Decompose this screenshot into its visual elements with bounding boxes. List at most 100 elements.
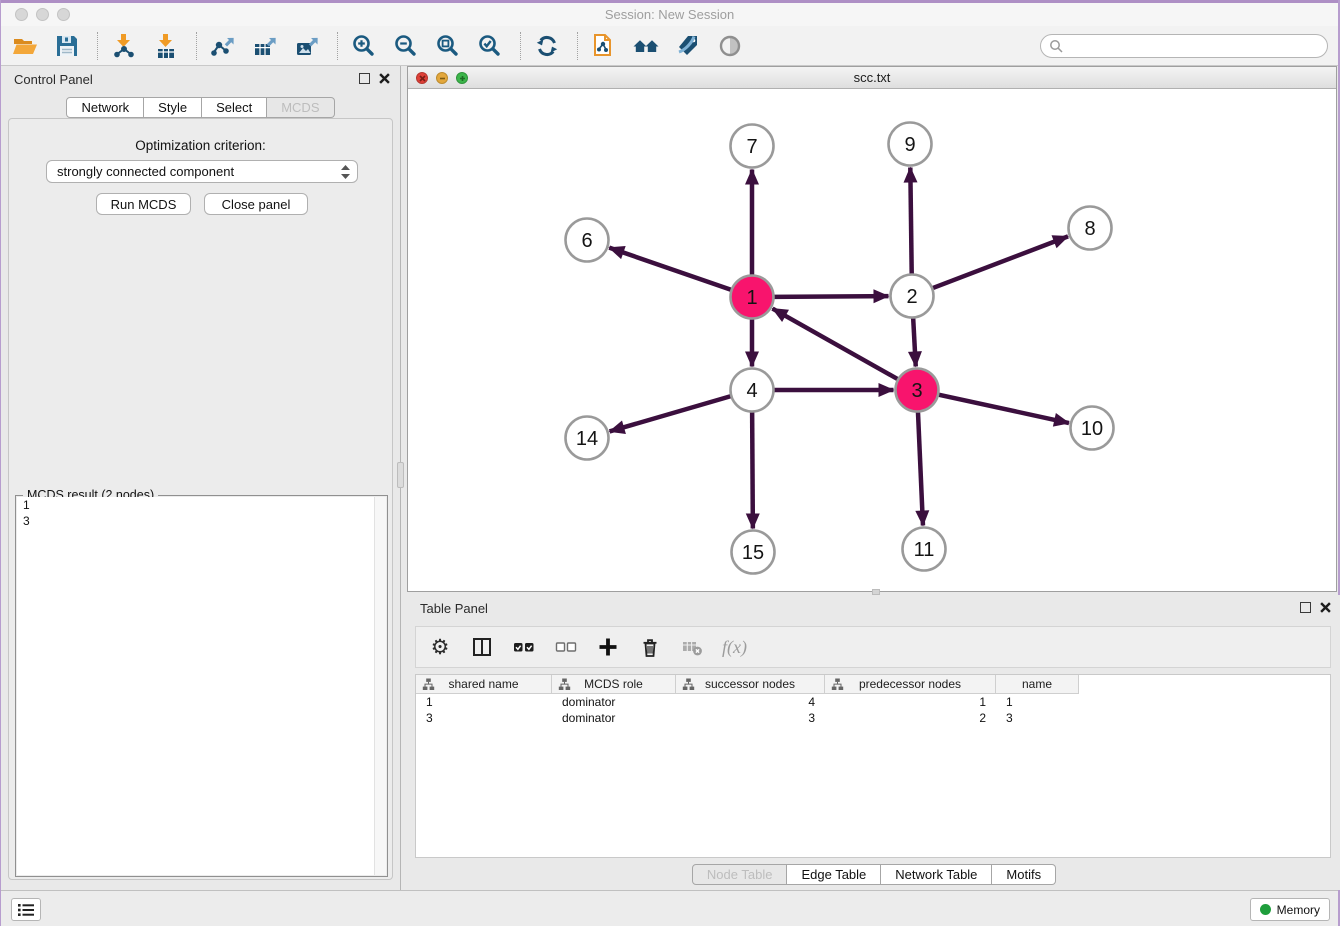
tab-select[interactable]: Select bbox=[202, 97, 267, 118]
tab-edge-table[interactable]: Edge Table bbox=[787, 864, 881, 885]
panel-divider-handle[interactable] bbox=[397, 462, 404, 488]
show-column-panel-icon[interactable] bbox=[470, 635, 494, 659]
table-row[interactable]: 1dominator411 bbox=[416, 694, 1330, 710]
tab-mcds[interactable]: MCDS bbox=[267, 97, 334, 118]
add-column-icon[interactable] bbox=[596, 635, 620, 659]
home-networks-icon[interactable] bbox=[632, 32, 660, 60]
tab-motifs[interactable]: Motifs bbox=[992, 864, 1056, 885]
save-session-icon[interactable] bbox=[53, 32, 81, 60]
table-cell[interactable]: 1 bbox=[416, 694, 552, 710]
svg-text:15: 15 bbox=[742, 542, 764, 564]
mcds-result-list[interactable]: 13 bbox=[17, 497, 386, 875]
delete-table-icon bbox=[680, 635, 704, 659]
refresh-view-icon[interactable] bbox=[533, 32, 561, 60]
float-panel-icon[interactable] bbox=[359, 73, 370, 84]
table-cell[interactable]: 1 bbox=[996, 694, 1079, 710]
graph-edge-2-3[interactable] bbox=[913, 317, 916, 366]
open-file-icon[interactable] bbox=[11, 32, 39, 60]
network-frame-titlebar[interactable]: scc.txt bbox=[408, 67, 1336, 89]
graph-node-8[interactable]: 8 bbox=[1069, 207, 1112, 250]
column-settings-gear-icon[interactable]: ⚙ bbox=[428, 635, 452, 659]
table-cell[interactable]: dominator bbox=[552, 694, 676, 710]
result-line: 3 bbox=[17, 513, 386, 529]
tab-style[interactable]: Style bbox=[144, 97, 202, 118]
visual-styles-icon[interactable] bbox=[674, 32, 702, 60]
float-panel-icon[interactable] bbox=[1300, 602, 1311, 613]
column-header-successor-nodes[interactable]: successor nodes bbox=[676, 675, 825, 694]
graph-edge-2-9[interactable] bbox=[910, 167, 911, 274]
graph-edge-2-8[interactable] bbox=[932, 236, 1068, 288]
export-network-icon[interactable] bbox=[209, 32, 237, 60]
graph-node-2[interactable]: 2 bbox=[891, 275, 934, 318]
svg-text:2: 2 bbox=[906, 286, 917, 308]
tab-node-table[interactable]: Node Table bbox=[692, 864, 788, 885]
zoom-selected-icon[interactable] bbox=[476, 32, 504, 60]
table-cell[interactable]: 4 bbox=[676, 694, 825, 710]
tab-network-table[interactable]: Network Table bbox=[881, 864, 992, 885]
svg-text:1: 1 bbox=[746, 287, 757, 309]
close-panel-icon[interactable] bbox=[1320, 602, 1331, 613]
show-graphics-details-icon[interactable] bbox=[716, 32, 744, 60]
graph-edge-4-14[interactable] bbox=[610, 396, 732, 431]
graph-node-11[interactable]: 11 bbox=[903, 528, 946, 571]
run-mcds-button[interactable]: Run MCDS bbox=[96, 193, 191, 215]
zoom-out-icon[interactable] bbox=[392, 32, 420, 60]
table-body: 1dominator4113dominator323 bbox=[416, 694, 1330, 726]
column-header-predecessor-nodes[interactable]: predecessor nodes bbox=[825, 675, 996, 694]
graph-edge-1-2[interactable] bbox=[773, 296, 888, 297]
table-cell[interactable]: dominator bbox=[552, 710, 676, 726]
memory-button[interactable]: Memory bbox=[1250, 898, 1330, 921]
zoom-fit-icon[interactable] bbox=[434, 32, 462, 60]
close-panel-icon[interactable] bbox=[379, 73, 390, 84]
toolbar-separator bbox=[337, 32, 338, 60]
graph-node-9[interactable]: 9 bbox=[889, 123, 932, 166]
graph-node-15[interactable]: 15 bbox=[732, 531, 775, 574]
graph-edge-3-1[interactable] bbox=[772, 309, 898, 380]
window-title: Session: New Session bbox=[1, 7, 1338, 22]
result-scrollbar[interactable] bbox=[374, 497, 386, 875]
graph-node-4[interactable]: 4 bbox=[731, 369, 774, 412]
search-input[interactable] bbox=[1068, 39, 1319, 53]
tab-network[interactable]: Network bbox=[66, 97, 144, 118]
mcds-result-box: MCDS result (2 nodes) 13 bbox=[15, 495, 388, 877]
table-cell[interactable]: 3 bbox=[676, 710, 825, 726]
close-panel-button[interactable]: Close panel bbox=[204, 193, 308, 215]
zoom-in-icon[interactable] bbox=[350, 32, 378, 60]
graph-node-14[interactable]: 14 bbox=[566, 417, 609, 460]
mcds-panel: Optimization criterion: strongly connect… bbox=[8, 118, 393, 880]
network-canvas[interactable]: 7 9 6 8 1 2 4 3 14 10 15 11 bbox=[408, 89, 1336, 591]
export-image-icon[interactable] bbox=[293, 32, 321, 60]
node-table: shared nameMCDS rolesuccessor nodesprede… bbox=[415, 674, 1331, 858]
graph-edge-3-11[interactable] bbox=[918, 411, 923, 525]
table-cell[interactable]: 3 bbox=[416, 710, 552, 726]
graph-node-6[interactable]: 6 bbox=[566, 219, 609, 262]
delete-column-icon[interactable] bbox=[638, 635, 662, 659]
search-field[interactable] bbox=[1040, 34, 1328, 58]
graph-node-7[interactable]: 7 bbox=[731, 125, 774, 168]
graph-node-10[interactable]: 10 bbox=[1071, 407, 1114, 450]
graph-edge-3-10[interactable] bbox=[938, 395, 1069, 423]
import-table-icon[interactable] bbox=[152, 32, 180, 60]
select-all-checkboxes-icon[interactable] bbox=[512, 635, 536, 659]
export-table-icon[interactable] bbox=[251, 32, 279, 60]
deselect-all-checkboxes-icon[interactable] bbox=[554, 635, 578, 659]
network-frame-title: scc.txt bbox=[408, 70, 1336, 85]
network-from-file-icon[interactable] bbox=[590, 32, 618, 60]
column-header-MCDS-role[interactable]: MCDS role bbox=[552, 675, 676, 694]
column-header-name[interactable]: name bbox=[996, 675, 1079, 694]
import-network-icon[interactable] bbox=[110, 32, 138, 60]
graph-node-3[interactable]: 3 bbox=[896, 369, 939, 412]
table-cell[interactable]: 2 bbox=[825, 710, 996, 726]
table-cell[interactable]: 3 bbox=[996, 710, 1079, 726]
criterion-select[interactable]: strongly connected component bbox=[46, 160, 358, 183]
graph-edge-4-15[interactable] bbox=[752, 411, 753, 528]
graph-edge-1-6[interactable] bbox=[609, 248, 731, 290]
table-toolbar: ⚙ f(x) bbox=[415, 626, 1331, 668]
table-cell[interactable]: 1 bbox=[825, 694, 996, 710]
graph-node-1[interactable]: 1 bbox=[731, 276, 774, 319]
table-panel-title: Table Panel bbox=[420, 601, 488, 616]
svg-text:10: 10 bbox=[1081, 418, 1103, 440]
column-header-shared-name[interactable]: shared name bbox=[416, 675, 552, 694]
task-history-button[interactable] bbox=[11, 898, 41, 921]
table-row[interactable]: 3dominator323 bbox=[416, 710, 1330, 726]
